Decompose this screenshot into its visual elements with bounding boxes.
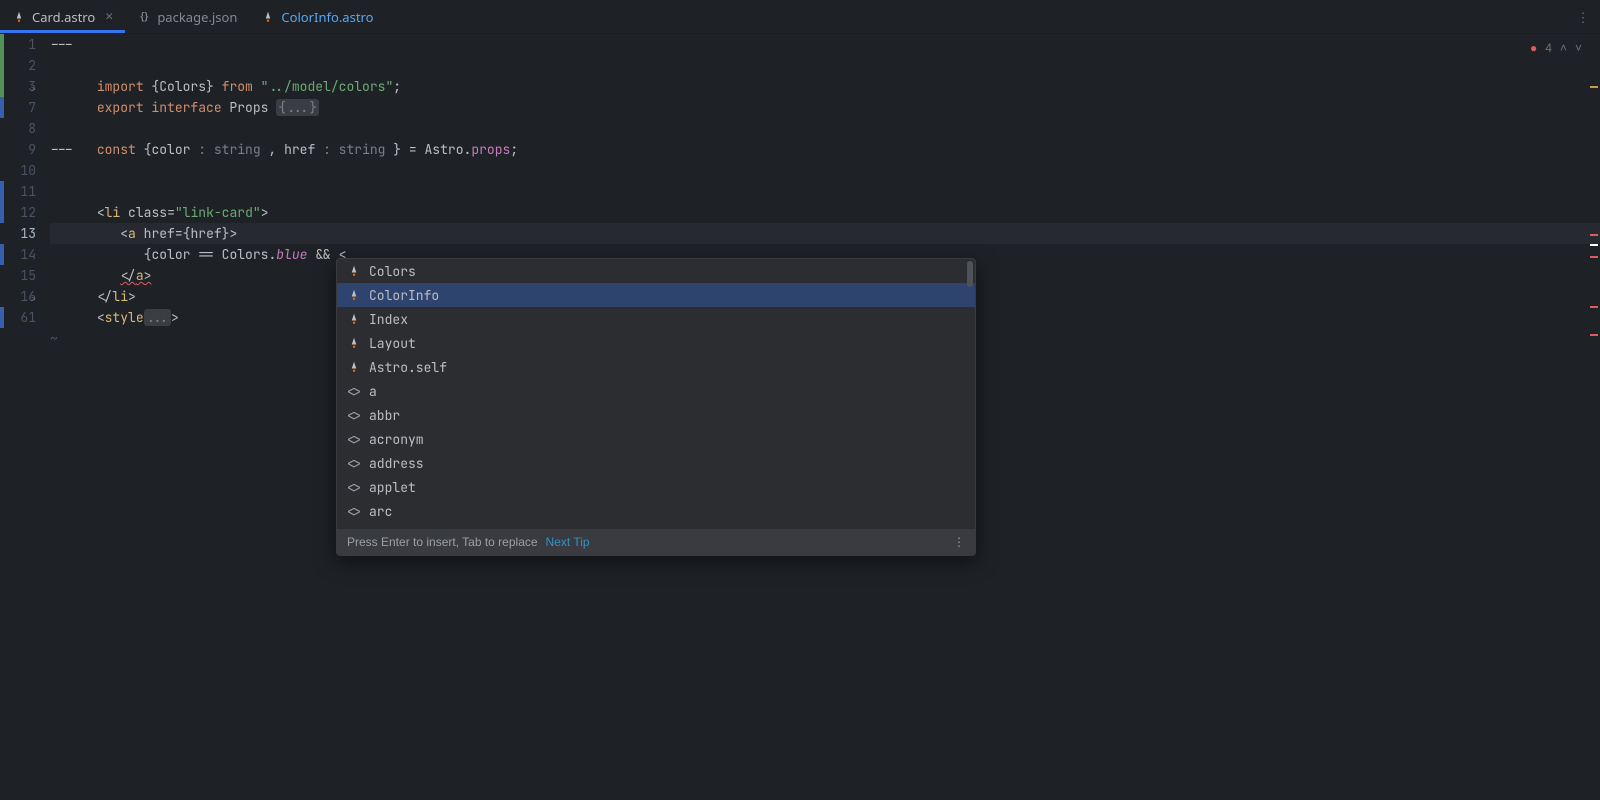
code-text: export interface [97, 99, 222, 116]
error-stripe[interactable] [1588, 34, 1600, 800]
line-number[interactable]: 9 [0, 139, 36, 160]
tag-icon: <> [347, 501, 361, 522]
line-number[interactable]: 61 [0, 307, 36, 328]
editor-tabs-bar: Card.astro × {} package.json ColorInfo.a… [0, 0, 1600, 34]
code-area[interactable]: --- import {Colors} from "../model/color… [46, 34, 1600, 800]
eof-marker: ~ [50, 330, 58, 347]
line-number[interactable]: 16> [0, 286, 36, 307]
completion-item[interactable]: <> arc [337, 499, 975, 523]
line-number[interactable]: 15 [0, 265, 36, 286]
tag-icon: <> [347, 453, 361, 474]
error-marker[interactable] [1590, 256, 1598, 258]
inspections-widget[interactable]: ● 4 ˄ ˅ [1530, 38, 1582, 59]
fold-toggle-icon[interactable]: > [28, 289, 36, 310]
completion-item[interactable]: <> abbr [337, 403, 975, 427]
error-icon: ● [1530, 38, 1537, 59]
error-marker[interactable] [1590, 234, 1598, 236]
code-text: --- [50, 141, 73, 158]
astro-icon [347, 289, 361, 301]
line-number[interactable]: 8 [0, 118, 36, 139]
more-options-icon[interactable]: ⋮ [953, 532, 965, 553]
tabs-overflow-menu[interactable]: ⋮ [1566, 0, 1600, 33]
scrollbar-thumb[interactable] [967, 261, 973, 287]
astro-file-icon [12, 10, 26, 24]
error-marker[interactable] [1590, 306, 1598, 308]
line-number[interactable]: 7 [0, 97, 36, 118]
close-icon[interactable]: × [105, 7, 113, 26]
folded-region[interactable]: ... [144, 309, 171, 326]
line-number[interactable]: 10 [0, 160, 36, 181]
tab-package-json[interactable]: {} package.json [125, 0, 249, 33]
tag-icon: <> [347, 429, 361, 450]
gutter: 1 2 3> 7 8 9 10 11 12 13 14 15 16> 61 [0, 34, 46, 800]
tag-icon: <> [347, 525, 361, 530]
completion-item[interactable]: ColorInfo [337, 283, 975, 307]
astro-icon [347, 361, 361, 373]
completion-popup: Colors ColorInfo Index Layout Astro.self [336, 258, 976, 556]
error-marker[interactable] [1590, 334, 1598, 336]
tab-label: package.json [157, 8, 237, 26]
line-number[interactable]: 12 [0, 202, 36, 223]
editor: 1 2 3> 7 8 9 10 11 12 13 14 15 16> 61 --… [0, 34, 1600, 800]
line-number[interactable] [0, 328, 36, 349]
warning-marker[interactable] [1590, 86, 1598, 88]
astro-icon [347, 313, 361, 325]
tag-icon: <> [347, 381, 361, 402]
next-highlight-icon[interactable]: ˅ [1575, 38, 1582, 59]
json-file-icon: {} [137, 10, 151, 24]
astro-file-icon [261, 10, 275, 24]
vcs-modified-stripe [0, 97, 4, 118]
tabs-spacer [386, 0, 1567, 33]
line-number[interactable]: 13 [0, 223, 36, 244]
line-number[interactable]: 14 [0, 244, 36, 265]
completion-item[interactable]: Index [337, 307, 975, 331]
tag-icon: <> [347, 405, 361, 426]
caret-marker [1590, 244, 1598, 246]
vcs-modified-stripe [0, 244, 4, 265]
code-text: import [97, 78, 144, 95]
error-count: 4 [1545, 38, 1552, 59]
completion-item[interactable]: <> a [337, 379, 975, 403]
astro-icon [347, 265, 361, 277]
code-text: --- [50, 36, 73, 53]
vcs-modified-stripe [0, 307, 4, 328]
completion-item[interactable]: <> address [337, 451, 975, 475]
fold-toggle-icon[interactable]: > [28, 79, 36, 100]
completion-item[interactable]: <> applet [337, 475, 975, 499]
tab-card-astro[interactable]: Card.astro × [0, 0, 125, 33]
inlay-hint: : string [190, 141, 268, 158]
tab-label: Card.astro [32, 8, 95, 26]
completion-item[interactable]: Colors [337, 259, 975, 283]
inlay-hint: : string [315, 141, 393, 158]
tab-label: ColorInfo.astro [281, 8, 373, 26]
line-number[interactable]: 1 [0, 34, 36, 55]
completion-item[interactable]: Layout [337, 331, 975, 355]
completion-footer: Press Enter to insert, Tab to replace Ne… [337, 529, 975, 555]
vcs-modified-stripe [0, 181, 4, 223]
completion-item[interactable]: Astro.self [337, 355, 975, 379]
line-number[interactable]: 2 [0, 55, 36, 76]
completion-hint: Press Enter to insert, Tab to replace [347, 532, 538, 553]
astro-icon [347, 337, 361, 349]
folded-region[interactable]: {...} [276, 99, 319, 116]
line-number[interactable]: 3> [0, 76, 36, 97]
tab-colorinfo-astro[interactable]: ColorInfo.astro [249, 0, 385, 33]
line-number[interactable]: 11 [0, 181, 36, 202]
completion-item[interactable]: <> area [337, 523, 975, 529]
completion-list[interactable]: Colors ColorInfo Index Layout Astro.self [337, 259, 975, 529]
prev-highlight-icon[interactable]: ˄ [1560, 38, 1567, 59]
tag-icon: <> [347, 477, 361, 498]
completion-item[interactable]: <> acronym [337, 427, 975, 451]
code-text: const [97, 141, 136, 158]
next-tip-link[interactable]: Next Tip [546, 532, 590, 553]
